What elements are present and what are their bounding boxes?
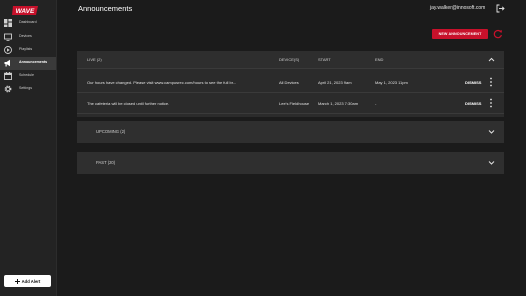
plus-icon xyxy=(14,278,20,284)
add-alert-button[interactable]: Add Alert xyxy=(4,275,51,287)
live-section-title: LIVE (2) xyxy=(87,57,102,62)
sidebar-item-settings[interactable]: Settings xyxy=(0,83,56,96)
announcement-start: April 21, 2023 9am xyxy=(318,80,352,85)
chevron-down-icon[interactable] xyxy=(488,159,495,166)
sidebar-item-label: Schedule xyxy=(19,73,34,77)
wave-logo[interactable]: WAVE xyxy=(12,6,38,15)
chevron-up-icon[interactable] xyxy=(488,56,495,63)
sidebar-item-dashboard[interactable]: Dashboard xyxy=(0,17,56,30)
column-header-start: START xyxy=(318,57,331,62)
table-row[interactable]: Our hours have changed. Please visit www… xyxy=(77,72,504,93)
more-vert-icon[interactable] xyxy=(489,77,493,87)
logout-icon[interactable] xyxy=(496,4,505,13)
refresh-icon[interactable] xyxy=(493,29,503,39)
announcement-end: - xyxy=(375,101,377,106)
sidebar-item-announcements[interactable]: Announcements xyxy=(0,57,56,70)
announcement-message: Our hours have changed. Please visit www… xyxy=(87,80,237,85)
add-alert-label: Add Alert xyxy=(21,278,41,284)
announcement-message: The cafeteria will be closed until furth… xyxy=(87,101,170,106)
column-header-devices: DEVICE(S) xyxy=(279,57,300,62)
new-announcement-button[interactable]: NEW ANNOUNCEMENT xyxy=(432,29,488,39)
dashboard-icon xyxy=(4,19,12,27)
gear-icon xyxy=(4,85,12,93)
announcement-devices: Lee's Fieldhouse xyxy=(279,101,310,106)
upcoming-announcements-panel[interactable]: UPCOMING (2) xyxy=(77,121,504,143)
sidebar-item-label: Announcements xyxy=(19,60,48,64)
sidebar: WAVE Dashboard Devices Playlists Announc… xyxy=(0,0,57,296)
sidebar-item-label: Playlists xyxy=(19,47,33,51)
sidebar-item-schedule[interactable]: Schedule xyxy=(0,70,56,83)
chevron-down-icon[interactable] xyxy=(488,128,495,135)
live-announcements-panel: LIVE (2) DEVICE(S) START END Our hours h… xyxy=(77,51,504,117)
dismiss-button[interactable]: DISMISS xyxy=(465,101,481,106)
past-announcements-panel[interactable]: PAST (20) xyxy=(77,152,504,174)
megaphone-icon xyxy=(4,59,10,67)
sidebar-item-devices[interactable]: Devices xyxy=(0,31,56,44)
calendar-icon xyxy=(4,72,12,80)
play-circle-icon xyxy=(4,46,12,54)
more-vert-icon[interactable] xyxy=(489,98,493,108)
past-section-title: PAST (20) xyxy=(96,160,116,165)
announcement-start: March 1, 2023 7:30am xyxy=(318,101,359,106)
sidebar-item-label: Settings xyxy=(19,86,32,90)
upcoming-section-title: UPCOMING (2) xyxy=(96,129,126,134)
live-header-row[interactable]: LIVE (2) DEVICE(S) START END xyxy=(77,51,504,69)
column-header-end: END xyxy=(375,57,384,62)
table-row[interactable]: The cafeteria will be closed until furth… xyxy=(77,93,504,114)
svg-text:WAVE: WAVE xyxy=(16,8,35,15)
dismiss-button[interactable]: DISMISS xyxy=(465,80,481,85)
sidebar-item-label: Dashboard xyxy=(19,20,37,24)
monitor-icon xyxy=(4,33,12,41)
announcement-end: May 1, 2023 11pm xyxy=(375,80,408,85)
announcement-devices: All Devices xyxy=(279,80,299,85)
sidebar-item-playlists[interactable]: Playlists xyxy=(0,44,56,57)
user-email[interactable]: jay.walker@innosoft.com xyxy=(430,5,485,11)
page-title: Announcements xyxy=(78,4,133,13)
sidebar-item-label: Devices xyxy=(19,34,32,38)
